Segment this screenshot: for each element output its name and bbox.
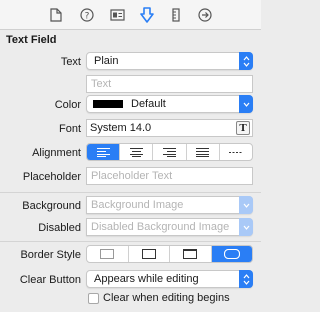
question-icon[interactable]: ? [78, 6, 96, 24]
stepper-arrows-icon [239, 270, 253, 288]
color-value: Default [131, 98, 166, 110]
text-field-placeholder: Text [91, 78, 112, 90]
text-label: Text [60, 56, 81, 68]
attributes-down-arrow-icon[interactable] [138, 6, 156, 24]
clear-button-popup[interactable]: Appears while editing [86, 270, 253, 288]
border-style-label: Border Style [20, 249, 81, 261]
alignment-segmented-control [86, 143, 253, 161]
svg-text:?: ? [85, 12, 90, 22]
background-label: Background [22, 200, 81, 212]
text-type-popup[interactable]: Plain [86, 52, 253, 70]
placeholder-label: Placeholder [22, 171, 81, 183]
disabled-background-image-placeholder: Disabled Background Image [91, 221, 230, 233]
align-center-icon[interactable] [120, 144, 154, 160]
document-icon[interactable] [47, 6, 65, 24]
border-style-segmented-control [86, 245, 253, 263]
disabled-label: Disabled [38, 222, 81, 234]
placeholder-field[interactable]: Placeholder Text [86, 167, 253, 185]
alignment-label: Alignment [32, 147, 81, 159]
align-justified-icon[interactable] [187, 144, 220, 160]
chevron-down-icon [239, 95, 253, 113]
ruler-icon[interactable] [167, 6, 185, 24]
clear-when-editing-checkbox[interactable] [88, 293, 99, 304]
font-picker-icon[interactable]: T [236, 121, 250, 135]
section-title: Text Field [6, 34, 57, 46]
clear-when-editing-label: Clear when editing begins [103, 292, 230, 304]
font-field[interactable]: System 14.0 T [86, 119, 253, 137]
clear-button-label: Clear Button [19, 274, 81, 286]
background-image-placeholder: Background Image [91, 199, 184, 211]
text-type-value: Plain [94, 55, 119, 67]
font-value: System 14.0 [90, 122, 152, 134]
border-none-icon[interactable] [87, 246, 129, 262]
inspector-toolbar: ? [0, 0, 261, 30]
color-popup[interactable]: Default [86, 95, 253, 113]
disabled-background-image-combo[interactable]: Disabled Background Image [86, 218, 253, 236]
chevron-down-icon [239, 218, 253, 236]
align-natural-icon[interactable] [220, 144, 252, 160]
border-rounded-rect-icon[interactable] [211, 246, 252, 262]
background-image-combo[interactable]: Background Image [86, 196, 253, 214]
color-swatch [93, 100, 123, 108]
arrow-circle-icon[interactable] [196, 6, 214, 24]
align-right-icon[interactable] [153, 144, 187, 160]
clear-button-value: Appears while editing [94, 273, 199, 285]
border-bezel-icon[interactable] [170, 246, 212, 262]
text-field[interactable]: Text [86, 75, 253, 93]
align-left-icon[interactable] [87, 144, 121, 160]
chevron-down-icon [239, 196, 253, 214]
placeholder-field-placeholder: Placeholder Text [91, 170, 173, 182]
font-label: Font [58, 123, 81, 135]
identity-card-icon[interactable] [108, 6, 126, 24]
color-label: Color [54, 99, 81, 111]
stepper-arrows-icon [239, 52, 253, 70]
divider [0, 192, 261, 193]
border-line-icon[interactable] [129, 246, 170, 262]
divider [0, 241, 261, 242]
